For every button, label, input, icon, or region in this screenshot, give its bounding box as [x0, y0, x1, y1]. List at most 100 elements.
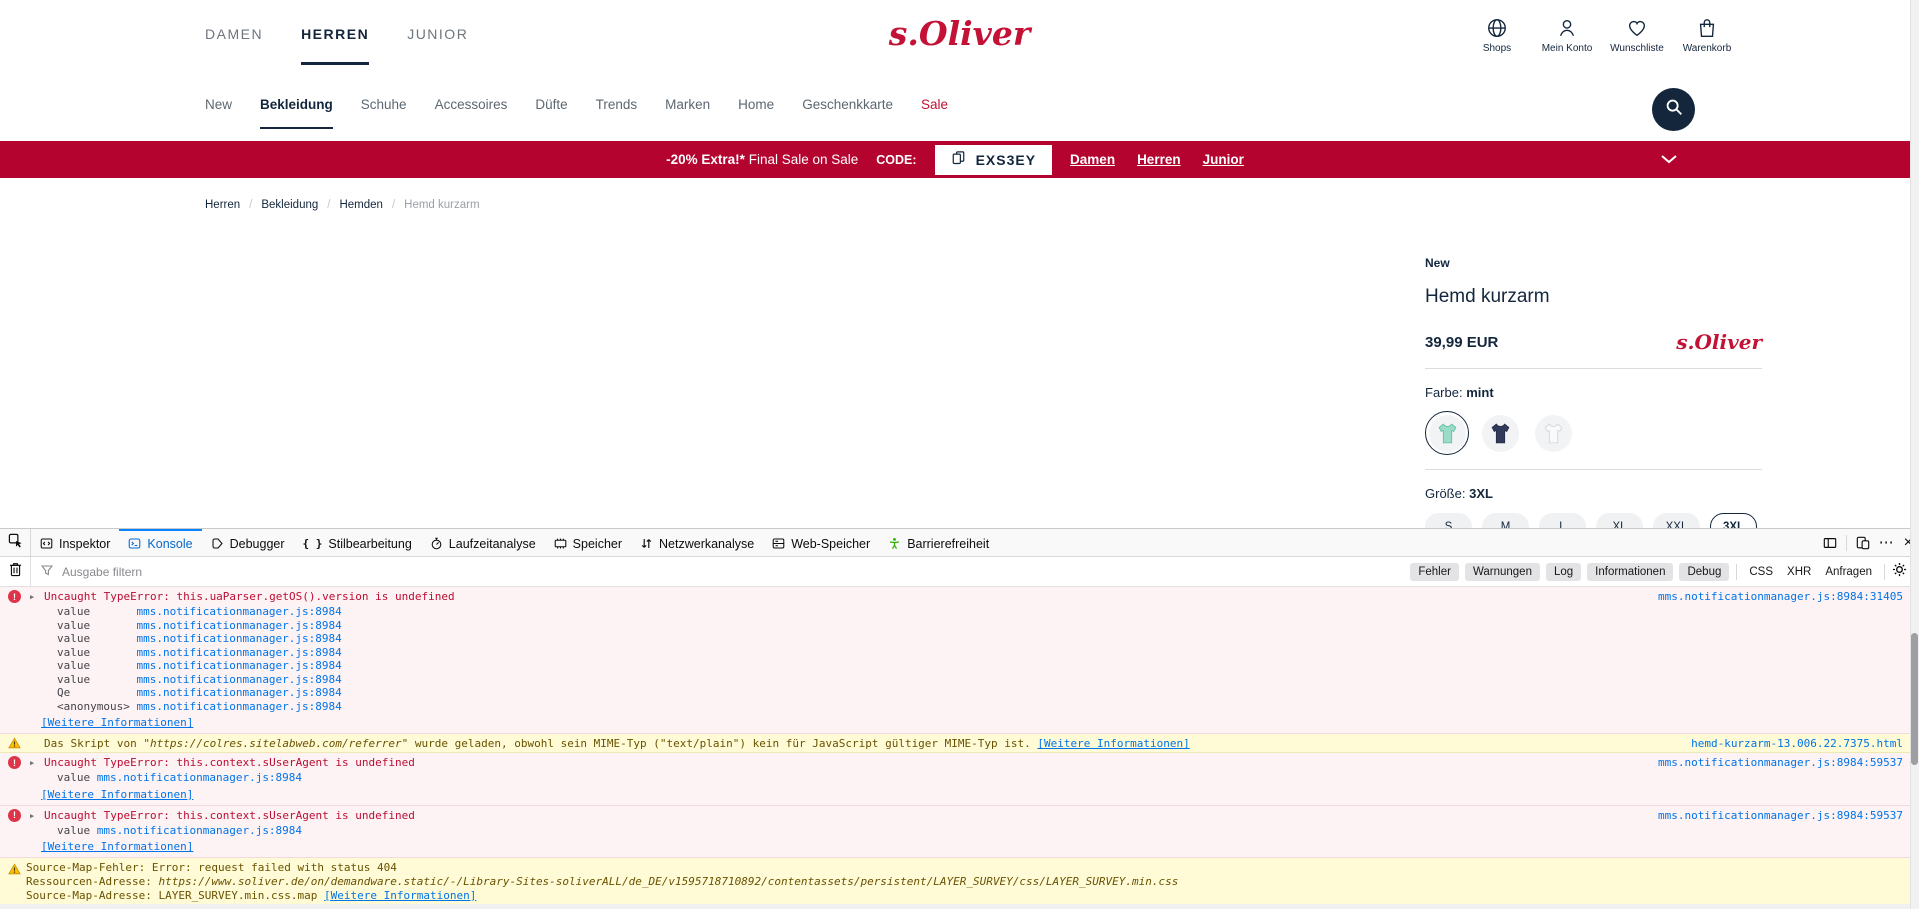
stack-location-link[interactable]: mms.notificationmanager.js:8984: [136, 605, 341, 618]
filter-warnungen[interactable]: Warnungen: [1464, 562, 1540, 581]
stack-location-link[interactable]: mms.notificationmanager.js:8984: [136, 632, 341, 645]
expand-caret[interactable]: ▶: [30, 590, 34, 604]
more-info-link[interactable]: [Weitere Informationen]: [41, 788, 193, 801]
filter-css[interactable]: CSS: [1744, 566, 1778, 578]
more-info-link[interactable]: [Weitere Informationen]: [41, 840, 193, 853]
gear-icon: [1892, 562, 1907, 582]
banner-link-junior[interactable]: Junior: [1203, 152, 1244, 167]
more-info-link[interactable]: [Weitere Informationen]: [1037, 737, 1189, 750]
nav-item-home[interactable]: Home: [738, 97, 774, 129]
gender-tab-damen[interactable]: DAMEN: [205, 26, 263, 65]
filter-log[interactable]: Log: [1545, 562, 1582, 581]
filter-debug[interactable]: Debug: [1679, 562, 1730, 581]
breadcrumb-item[interactable]: Bekleidung: [261, 199, 318, 211]
nav-item-düfte[interactable]: Düfte: [535, 97, 567, 129]
stack-function: value: [57, 645, 137, 659]
devtools-tab-memory[interactable]: Speicher: [545, 529, 631, 556]
utility-bag[interactable]: Warenkorb: [1678, 17, 1736, 54]
nav-item-geschenkkarte[interactable]: Geschenkkarte: [802, 97, 893, 129]
console-filter-input[interactable]: [60, 563, 484, 580]
breadcrumb-item[interactable]: Hemden: [339, 199, 382, 211]
utility-label: Warenkorb: [1682, 43, 1732, 54]
more-info-link[interactable]: [Weitere Informationen]: [324, 889, 476, 902]
color-swatch-mint[interactable]: [1425, 411, 1469, 455]
banner-links: Damen Herren Junior: [1070, 152, 1244, 167]
stack-location-link[interactable]: mms.notificationmanager.js:8984: [136, 619, 341, 632]
pick-element-icon: [8, 533, 23, 553]
devtools-tab-accessibility[interactable]: Barrierefreiheit: [879, 529, 998, 556]
devtools-menu-button[interactable]: ⋯: [1879, 535, 1895, 550]
page-scrollbar[interactable]: [1910, 0, 1919, 909]
gender-tab-herren[interactable]: HERREN: [301, 26, 370, 65]
search-button[interactable]: [1652, 88, 1695, 131]
devtools-tab-label: Debugger: [229, 536, 285, 551]
console-sourcemap-warning: Source-Map-Fehler: Error: request failed…: [0, 858, 1919, 907]
filter-informationen[interactable]: Informationen: [1587, 562, 1674, 581]
console-settings-button[interactable]: [1892, 562, 1907, 582]
nav-item-sale[interactable]: Sale: [921, 97, 948, 129]
utility-globe[interactable]: Shops: [1468, 17, 1526, 54]
source-location-link[interactable]: hemd-kurzarm-13.006.22.7375.html: [1691, 737, 1903, 751]
stack-function: value: [57, 632, 137, 645]
stack-location-link[interactable]: mms.notificationmanager.js:8984: [136, 700, 341, 713]
devtools-tab-inspector[interactable]: Inspektor: [31, 529, 119, 556]
devtools-tab-style[interactable]: { } Stilbearbeitung: [294, 529, 421, 556]
expand-caret[interactable]: ▶: [30, 756, 34, 770]
product-brand-logo: s.Oliver: [1676, 330, 1762, 354]
devtools-tab-label: Inspektor: [59, 536, 111, 551]
stack-location-link[interactable]: mms.notificationmanager.js:8984: [136, 646, 341, 659]
devtools-tab-debugger[interactable]: Debugger: [202, 529, 294, 556]
utility-nav: Shops Mein Konto Wunschliste Warenkorb: [1468, 17, 1736, 54]
more-info-row: [Weitere Informationen]: [0, 837, 1919, 857]
devtools-tab-network[interactable]: Netzwerkanalyse: [631, 529, 763, 556]
devtools-tab-performance[interactable]: Laufzeitanalyse: [421, 529, 545, 556]
utility-user[interactable]: Mein Konto: [1538, 17, 1596, 54]
promo-bold: -20% Extra!*: [666, 152, 745, 167]
scrollbar-thumb[interactable]: [1911, 633, 1918, 765]
console-bottom-scrollbar[interactable]: [0, 904, 1919, 909]
source-location-link[interactable]: mms.notificationmanager.js:8984:59537: [1658, 756, 1903, 770]
console-filter-buttons: Fehler Warnungen Log Informationen Debug CSS…: [1410, 562, 1907, 582]
color-swatch-navy[interactable]: [1478, 411, 1522, 455]
product-flag: New: [1425, 256, 1450, 270]
stack-frame: value mms.notificationmanager.js:8984: [0, 646, 1919, 660]
stack-location-link[interactable]: mms.notificationmanager.js:8984: [97, 771, 302, 784]
nav-item-accessoires[interactable]: Accessoires: [435, 97, 508, 129]
nav-item-trends[interactable]: Trends: [596, 97, 638, 129]
devtools-tab-console[interactable]: Konsole: [119, 529, 202, 556]
source-location-link[interactable]: mms.notificationmanager.js:8984:31405: [1658, 590, 1903, 604]
breadcrumb-separator: /: [249, 199, 253, 211]
pick-element-button[interactable]: [0, 529, 31, 556]
dock-side-button[interactable]: [1823, 536, 1837, 550]
stack-location-link[interactable]: mms.notificationmanager.js:8984: [97, 824, 302, 837]
responsive-mode-button[interactable]: [1856, 536, 1870, 550]
filter-fehler[interactable]: Fehler: [1410, 562, 1459, 581]
brand-logo[interactable]: s.Oliver: [889, 14, 1030, 53]
nav-item-schuhe[interactable]: Schuhe: [361, 97, 407, 129]
nav-item-bekleidung[interactable]: Bekleidung: [260, 97, 333, 129]
user-icon: [1556, 17, 1578, 39]
utility-heart[interactable]: Wunschliste: [1608, 17, 1666, 54]
stack-location-link[interactable]: mms.notificationmanager.js:8984: [136, 659, 341, 672]
gender-tab-junior[interactable]: JUNIOR: [407, 26, 468, 65]
promo-code-box[interactable]: EXS3EY: [934, 144, 1053, 175]
filter-anfragen[interactable]: Anfragen: [1820, 566, 1877, 578]
devtools-tab-label: Barrierefreiheit: [907, 536, 990, 551]
shirt-icon: [1488, 421, 1513, 446]
devtools-tab-storage[interactable]: Web-Speicher: [763, 529, 879, 556]
banner-expand-button[interactable]: [1660, 141, 1678, 178]
filter-xhr[interactable]: XHR: [1782, 566, 1816, 578]
banner-link-herren[interactable]: Herren: [1137, 152, 1181, 167]
more-info-link[interactable]: [Weitere Informationen]: [41, 716, 193, 729]
stack-location-link[interactable]: mms.notificationmanager.js:8984: [136, 686, 341, 699]
clear-console-button[interactable]: [0, 557, 31, 586]
source-location-link[interactable]: mms.notificationmanager.js:8984:59537: [1658, 809, 1903, 823]
nav-item-marken[interactable]: Marken: [665, 97, 710, 129]
nav-item-new[interactable]: New: [205, 97, 232, 129]
banner-link-damen[interactable]: Damen: [1070, 152, 1115, 167]
devtools-tabs: Inspektor Konsole Debugger { } Stilbearbeitu…: [31, 529, 998, 556]
stack-location-link[interactable]: mms.notificationmanager.js:8984: [136, 673, 341, 686]
breadcrumb-item[interactable]: Herren: [205, 199, 240, 211]
expand-caret[interactable]: ▶: [30, 809, 34, 823]
color-swatch-white[interactable]: [1531, 411, 1575, 455]
